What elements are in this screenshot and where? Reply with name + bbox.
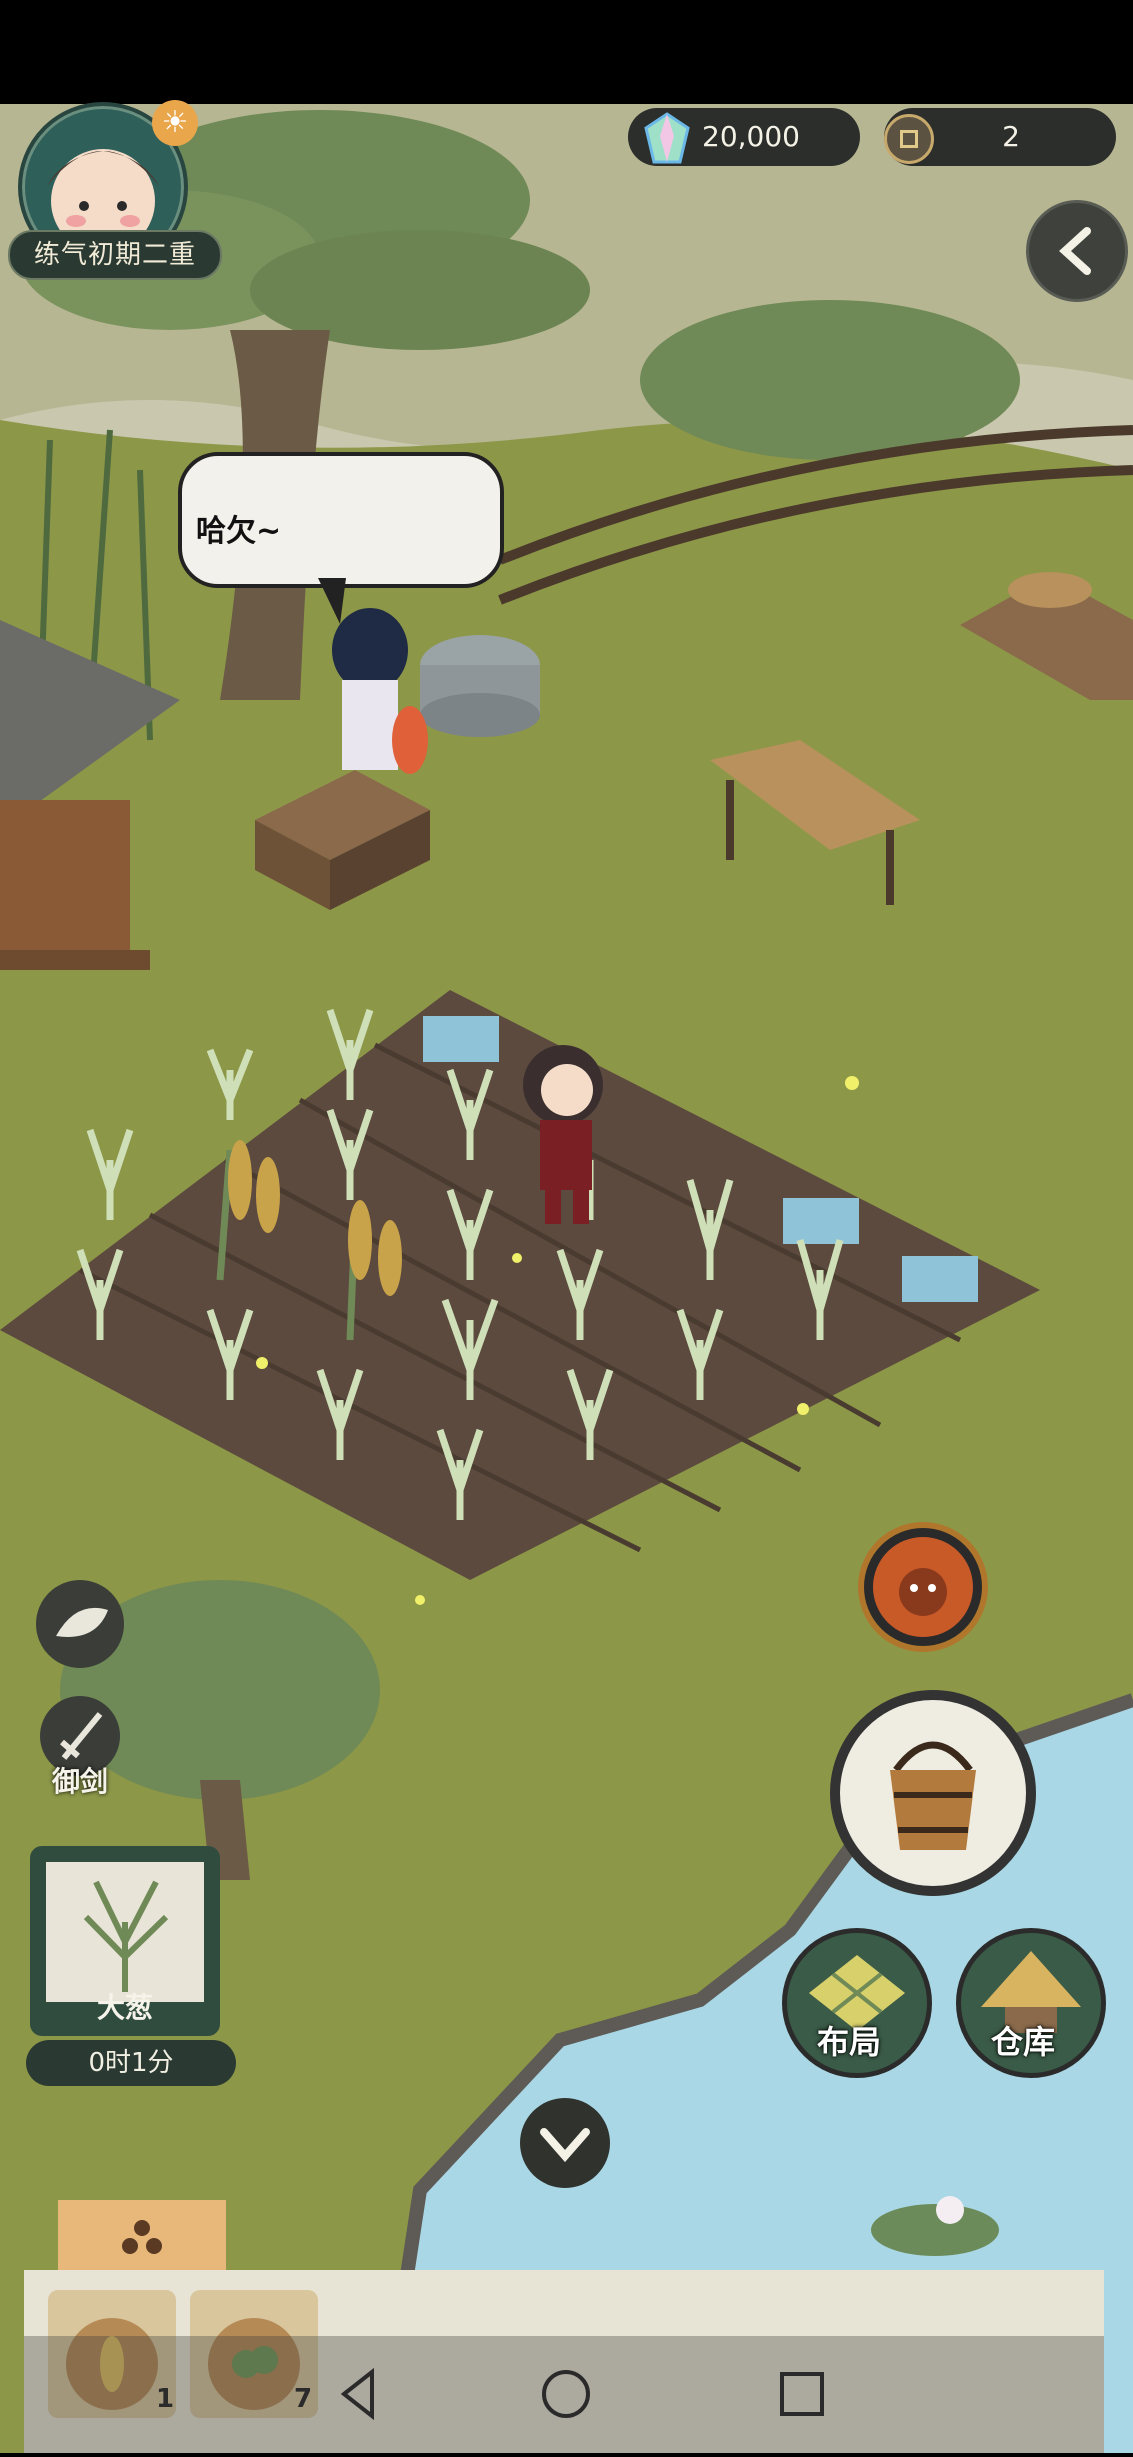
nav-home-icon[interactable] (542, 2370, 590, 2418)
layout-label: 布局 (817, 2023, 882, 2061)
system-navigation-bar (24, 2336, 1104, 2453)
back-arrow-icon (1059, 227, 1091, 275)
coin-icon (884, 114, 934, 164)
layout-button[interactable]: 布局 (782, 1928, 932, 2078)
collapse-button[interactable] (520, 2098, 610, 2188)
storage-button[interactable]: 仓库 (956, 1928, 1106, 2078)
leaf-skill-button[interactable] (36, 1580, 124, 1668)
scallion-icon (83, 1880, 169, 1992)
fire-spirit-icon (873, 1537, 973, 1637)
sun-icon: ☀ (152, 100, 198, 146)
storage-label: 仓库 (991, 2023, 1056, 2061)
crop-name: 大葱 (96, 1991, 153, 2024)
seed-tray-tab[interactable] (58, 2200, 226, 2274)
leaf-icon (56, 1607, 108, 1637)
back-button[interactable] (1026, 200, 1128, 302)
fly-sword-label: 御剑 (52, 1765, 109, 1798)
fire-spirit-button[interactable] (858, 1522, 988, 1652)
bucket-icon (890, 1741, 976, 1850)
status-bar-area (0, 0, 1133, 104)
coin-amount: 2 (1002, 120, 1020, 153)
crystal-amount: 20,000 (702, 120, 800, 153)
stone-well (420, 635, 540, 737)
seeds-icon (122, 2220, 162, 2254)
speech-bubble-tail (318, 578, 346, 624)
water-bucket-button[interactable] (830, 1690, 1036, 1896)
bush-right (640, 300, 1020, 460)
crop-preview (46, 1862, 204, 2002)
chevron-down-icon (540, 2128, 590, 2163)
cultivation-realm-label: 练气初期二重 (8, 230, 222, 280)
crop-timer: 0时1分 (26, 2040, 236, 2086)
crystal-icon (644, 112, 690, 164)
speech-text: 哈欠~ (196, 514, 282, 549)
nav-recents-icon[interactable] (780, 2372, 824, 2416)
nav-back-icon[interactable] (340, 2367, 374, 2421)
